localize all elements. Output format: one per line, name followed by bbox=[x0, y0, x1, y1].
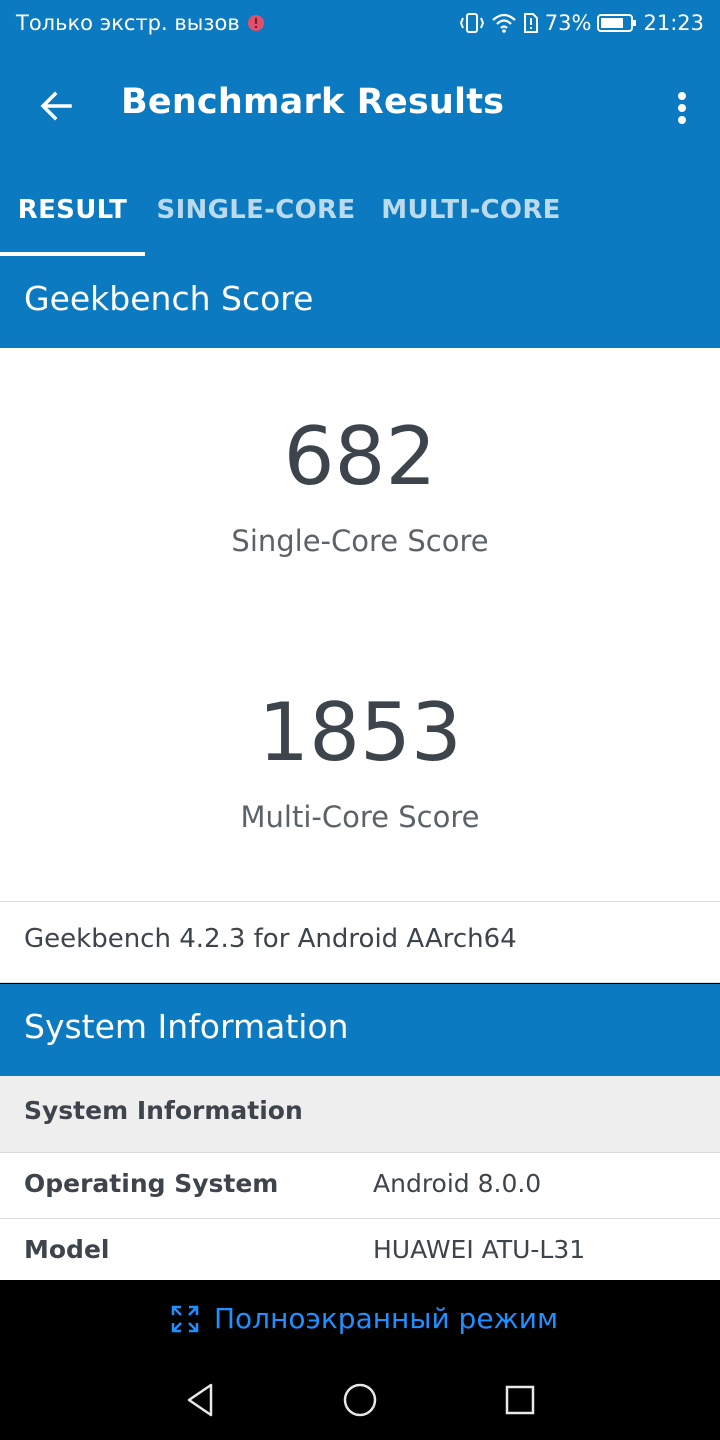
subheader-title: System Information bbox=[24, 1096, 303, 1125]
status-right: 73% 21:23 bbox=[459, 11, 704, 35]
info-key: Model bbox=[24, 1235, 110, 1264]
fullscreen-button[interactable]: Полноэкранный режим bbox=[170, 1302, 558, 1335]
info-row-operating-system: Operating System Android 8.0.0 bbox=[0, 1152, 720, 1218]
system-nav-bar bbox=[0, 1360, 720, 1440]
square-recents-icon bbox=[504, 1384, 536, 1416]
system-information-header: System Information bbox=[0, 984, 720, 1076]
nav-recents-button[interactable] bbox=[495, 1378, 545, 1422]
fullscreen-bar: Полноэкранный режим bbox=[0, 1280, 720, 1360]
section-title: System Information bbox=[24, 1007, 349, 1046]
more-vert-icon bbox=[676, 90, 688, 126]
info-value: Android 8.0.0 bbox=[373, 1169, 542, 1198]
system-information-subheader: System Information bbox=[0, 1076, 720, 1152]
tab-result[interactable]: RESULT bbox=[0, 164, 145, 256]
carrier-text: Только экстр. вызов bbox=[16, 11, 240, 35]
alert-icon bbox=[246, 13, 266, 33]
app-bar: Benchmark Results bbox=[0, 48, 720, 164]
version-row: Geekbench 4.2.3 for Android AArch64 bbox=[0, 901, 720, 983]
single-core-score-value: 682 bbox=[283, 410, 437, 503]
circle-home-icon bbox=[342, 1382, 378, 1418]
multi-core-score-value: 1853 bbox=[258, 686, 462, 779]
nav-back-button[interactable] bbox=[175, 1378, 225, 1422]
tab-bar: RESULT SINGLE-CORE MULTI-CORE bbox=[0, 164, 720, 256]
info-value: HUAWEI ATU-L31 bbox=[373, 1235, 586, 1264]
arrow-back-icon bbox=[38, 88, 74, 124]
tab-multi-core[interactable]: MULTI-CORE bbox=[367, 164, 575, 256]
info-row-model: Model HUAWEI ATU-L31 bbox=[0, 1218, 720, 1280]
nav-home-button[interactable] bbox=[335, 1378, 385, 1422]
battery-icon bbox=[597, 12, 637, 34]
single-core-score-label: Single-Core Score bbox=[231, 524, 489, 558]
tab-single-core[interactable]: SINGLE-CORE bbox=[145, 164, 367, 256]
page-title: Benchmark Results bbox=[121, 82, 505, 122]
wifi-icon bbox=[491, 12, 517, 34]
overflow-menu-button[interactable] bbox=[662, 78, 702, 138]
score-panel: 682 Single-Core Score 1853 Multi-Core Sc… bbox=[0, 348, 720, 901]
geekbench-score-header: Geekbench Score bbox=[0, 256, 720, 348]
status-left: Только экстр. вызов bbox=[16, 11, 266, 35]
battery-percent: 73% bbox=[544, 11, 592, 35]
vibrate-icon bbox=[459, 12, 485, 34]
back-button[interactable] bbox=[26, 76, 86, 136]
fullscreen-icon bbox=[170, 1304, 200, 1334]
fullscreen-label: Полноэкранный режим bbox=[214, 1302, 559, 1335]
clock-time: 21:23 bbox=[643, 11, 704, 35]
triangle-back-icon bbox=[183, 1382, 217, 1418]
sim-alert-icon bbox=[523, 12, 539, 34]
section-title: Geekbench Score bbox=[24, 279, 314, 318]
status-bar: Только экстр. вызов 73% 21:23 bbox=[0, 0, 720, 48]
multi-core-score-label: Multi-Core Score bbox=[240, 800, 480, 834]
info-key: Operating System bbox=[24, 1169, 279, 1198]
version-text: Geekbench 4.2.3 for Android AArch64 bbox=[24, 924, 517, 954]
